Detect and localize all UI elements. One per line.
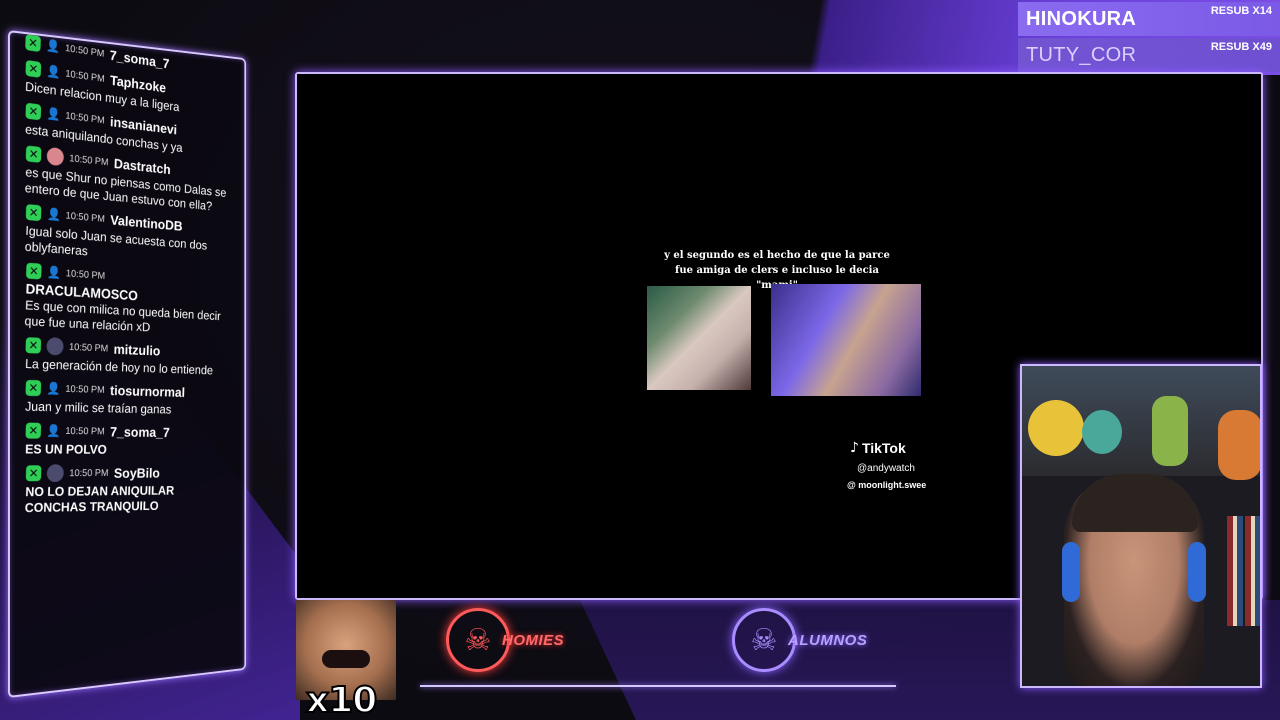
chat-time: 10:50 PM xyxy=(69,468,109,479)
x-badge-icon: ✕ xyxy=(26,263,42,280)
team-divider xyxy=(420,685,896,687)
chat-text: NO LO DEJAN ANIQUILAR CONCHAS TRANQUILO xyxy=(25,483,232,516)
chat-time: 10:50 PM xyxy=(66,268,106,281)
sub-alert-name: HINOKURA xyxy=(1026,8,1136,31)
chat-text: ES UN POLVO xyxy=(25,441,231,457)
chat-time: 10:50 PM xyxy=(65,110,105,126)
chat-message: ✕ 👤 10:50 PM DRACULAMOSCO Es que con mil… xyxy=(24,261,232,340)
chat-time: 10:50 PM xyxy=(69,342,109,354)
chat-time: 10:50 PM xyxy=(65,426,105,437)
sub-alert-count: RESUB X14 xyxy=(1211,5,1272,17)
team-label: HOMIES xyxy=(502,632,564,649)
x-badge-icon: ✕ xyxy=(26,145,42,163)
chat-username[interactable]: mitzulio xyxy=(113,341,160,358)
tiktok-word: TikTok xyxy=(862,440,906,456)
avatar xyxy=(47,464,64,482)
chat-time: 10:50 PM xyxy=(65,68,105,84)
x-badge-icon: ✕ xyxy=(26,204,42,221)
emote-multiplier: x10 xyxy=(306,680,376,720)
sub-alert-count: RESUB X49 xyxy=(1211,41,1272,53)
x-badge-icon: ✕ xyxy=(25,103,41,121)
chat-username[interactable]: SoyBilo xyxy=(114,465,161,480)
avatar xyxy=(46,337,63,355)
chat-time: 10:50 PM xyxy=(65,43,105,60)
chat-message: ✕ 10:50 PM SoyBilo NO LO DEJAN ANIQUILAR… xyxy=(25,463,232,516)
streamer-hair xyxy=(1072,474,1198,532)
chat-message: ✕ 10:50 PM mitzulio La generación de hoy… xyxy=(25,335,232,379)
chat-time: 10:50 PM xyxy=(65,384,105,396)
bookshelf xyxy=(1227,516,1262,626)
team-alumnos: ☠ ALUMNOS xyxy=(732,610,867,670)
chat-time: 10:50 PM xyxy=(69,153,109,168)
skull-mask-icon: ☠ xyxy=(732,608,796,672)
tiktok-handle: @ moonlight.swee xyxy=(847,480,926,490)
team-label: ALUMNOS xyxy=(788,632,867,649)
chat-message: ✕ 👤 10:50 PM 7_soma_7 ES UN POLVO xyxy=(25,421,232,458)
avatar xyxy=(47,147,64,167)
sub-alert-name: TUTY_COR xyxy=(1026,44,1136,67)
tiktok-handle: @andywatch xyxy=(857,463,915,474)
team-homies: ☠ HOMIES xyxy=(446,610,564,670)
figure-green xyxy=(1152,396,1188,466)
x-badge-icon: ✕ xyxy=(25,423,41,439)
video-caption-line: y el segundo es el hecho de que la parce xyxy=(657,248,897,263)
tiktok-note-icon: ♪ xyxy=(850,440,859,456)
x-badge-icon: ✕ xyxy=(25,34,41,52)
plush-teal xyxy=(1082,410,1122,454)
user-icon: 👤 xyxy=(46,38,60,54)
headphones-icon xyxy=(1062,542,1080,602)
sub-alert-2: TUTY_COR RESUB X49 xyxy=(1018,38,1280,72)
chat-username[interactable]: 7_soma_7 xyxy=(110,47,170,71)
x-badge-icon: ✕ xyxy=(25,380,41,396)
x-badge-icon: ✕ xyxy=(25,60,41,78)
user-icon: 👤 xyxy=(46,424,60,438)
chat-list: ✕ 👤 10:50 PM 7_soma_7 ✕ 👤 10:50 PM Taphz… xyxy=(25,70,231,526)
user-icon: 👤 xyxy=(47,265,61,280)
x-badge-icon: ✕ xyxy=(25,337,41,353)
plush-orange xyxy=(1218,410,1262,480)
chat-message: ✕ 👤 10:50 PM tiosurnormal Juan y milic s… xyxy=(25,378,232,418)
chat-panel[interactable]: ✕ 👤 10:50 PM 7_soma_7 ✕ 👤 10:50 PM Taphz… xyxy=(8,30,246,698)
x-badge-icon: ✕ xyxy=(26,465,42,481)
skull-mask-icon: ☠ xyxy=(446,608,510,672)
chat-time: 10:50 PM xyxy=(65,210,105,224)
user-icon: 👤 xyxy=(46,381,60,395)
user-icon: 👤 xyxy=(46,106,60,121)
sub-alert-1: HINOKURA RESUB X14 xyxy=(1018,2,1280,36)
emote-mouth xyxy=(322,650,370,668)
video-photo-selfie xyxy=(771,284,921,396)
video-photo-group xyxy=(647,286,751,390)
headphones-icon xyxy=(1188,542,1206,602)
chat-username[interactable]: 7_soma_7 xyxy=(110,424,170,440)
user-icon: 👤 xyxy=(47,207,61,222)
webcam-feed xyxy=(1020,364,1262,688)
plush-yellow xyxy=(1028,400,1084,456)
tiktok-watermark: ♪ TikTok xyxy=(850,440,906,456)
chat-username[interactable]: tiosurnormal xyxy=(110,382,185,399)
user-icon: 👤 xyxy=(46,64,60,80)
